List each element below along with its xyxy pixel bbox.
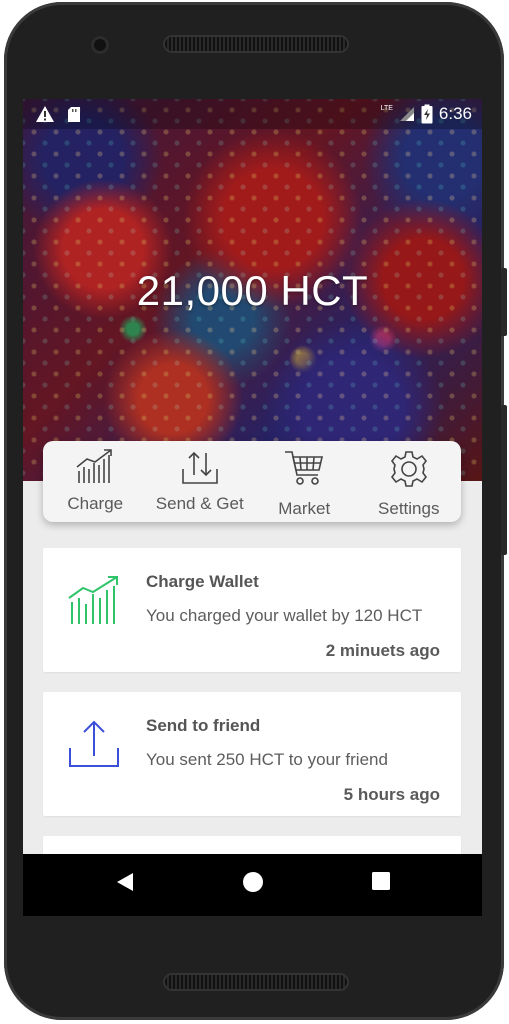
quick-actions-bar: Charge Send & Get Market Settings [43, 441, 461, 522]
settings-button[interactable]: Settings [357, 441, 461, 522]
transaction-card[interactable]: Send to friend You sent 250 HCT to your … [43, 692, 461, 816]
transaction-title: Send to friend [146, 716, 261, 735]
warning-icon [36, 106, 54, 122]
signal-icon [399, 107, 414, 121]
volume-button [501, 405, 507, 555]
transaction-time: 2 minuets ago [325, 641, 440, 660]
app-screen: LTE 6:36 21,000 HCT Charge Send & Get Ma… [23, 99, 482, 916]
charge-label: Charge [67, 494, 124, 513]
wallet-balance: 21,000 HCT [136, 267, 369, 314]
transaction-description: You charged your wallet by 120 HCT [146, 606, 423, 625]
transaction-time: 5 hours ago [343, 785, 440, 804]
bottom-speaker [163, 973, 349, 991]
battery-charging-icon [421, 104, 433, 124]
status-bar: LTE 6:36 [23, 99, 482, 129]
chart-growth-icon [68, 576, 118, 624]
send-get-label: Send & Get [155, 494, 244, 513]
send-get-button[interactable]: Send & Get [148, 441, 252, 522]
android-nav-bar [23, 854, 482, 916]
network-type: LTE [380, 104, 393, 112]
power-button [501, 268, 507, 336]
market-button[interactable]: Market [252, 441, 356, 522]
transaction-title: Charge Wallet [146, 572, 259, 591]
top-speaker [163, 35, 349, 53]
sd-card-icon [68, 106, 80, 122]
upload-download-icon [181, 451, 218, 484]
back-icon[interactable] [115, 871, 135, 893]
status-time: 6:36 [438, 104, 472, 123]
hero-banner: LTE 6:36 21,000 HCT [23, 99, 482, 481]
settings-label: Settings [378, 499, 440, 518]
upload-icon [69, 720, 119, 767]
transaction-card[interactable]: Charge Wallet You charged your wallet by… [43, 548, 461, 672]
market-label: Market [278, 499, 331, 518]
gear-icon [390, 451, 427, 487]
charge-button[interactable]: Charge [43, 441, 147, 522]
recents-icon[interactable] [371, 871, 391, 891]
home-icon[interactable] [242, 871, 264, 893]
transaction-description: You sent 250 HCT to your friend [146, 750, 388, 769]
front-camera [91, 36, 109, 54]
chart-growth-icon [76, 449, 113, 483]
shopping-cart-icon [285, 451, 324, 485]
